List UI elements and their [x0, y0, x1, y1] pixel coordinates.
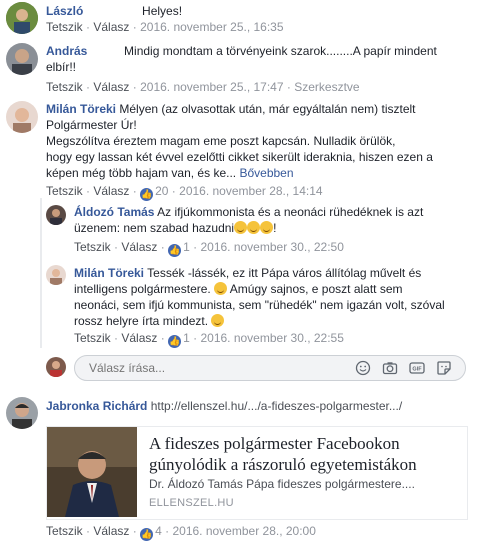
- comment-body: Milán Töreki Mélyen (az olvasottak után,…: [46, 102, 433, 180]
- avatar-image: [46, 205, 66, 225]
- avatar[interactable]: [6, 43, 38, 75]
- avatar[interactable]: [6, 397, 38, 429]
- comment-actions: Tetszik · Válasz · 👍 20 · 2016. november …: [46, 184, 323, 201]
- like-link[interactable]: Tetszik: [74, 331, 111, 345]
- like-count-icon: 👍: [168, 244, 182, 257]
- emoji-icon[interactable]: [355, 360, 371, 376]
- reply-body: Áldozó Tamás Az ifjúkommonista és a neon…: [74, 205, 424, 235]
- reply-timestamp[interactable]: 2016. november 30., 22:50: [200, 240, 343, 254]
- like-count-icon: 👍: [140, 188, 154, 201]
- comment-body: László Helyes!: [46, 3, 182, 19]
- comment-timestamp[interactable]: 2016. november 25., 17:47: [140, 80, 283, 94]
- reply-input[interactable]: [87, 360, 291, 376]
- nerd-emoji-icon: [234, 221, 248, 234]
- edited-label[interactable]: Szerkesztve: [294, 80, 359, 94]
- comment-text: Helyes!: [142, 4, 183, 18]
- link-preview-domain: ELLENSZEL.HU: [149, 497, 234, 509]
- comment-timestamp[interactable]: 2016. november 25., 16:35: [140, 20, 283, 34]
- like-link[interactable]: Tetszik: [46, 524, 83, 538]
- comment-timestamp[interactable]: 2016. november 28., 14:14: [179, 184, 322, 198]
- commenter-name[interactable]: András: [46, 44, 87, 58]
- nerd-emoji-icon: [260, 221, 274, 234]
- avatar-image: [6, 101, 38, 133]
- avatar[interactable]: [6, 101, 38, 133]
- gif-icon[interactable]: GIF: [409, 360, 425, 376]
- grin-emoji-icon: [247, 221, 261, 234]
- reply-link[interactable]: Válasz: [93, 184, 129, 198]
- comment-actions: Tetszik · Válasz · 2016. november 25., 1…: [46, 20, 284, 34]
- like-count-icon: 👍: [140, 528, 154, 541]
- current-user-avatar: [46, 357, 66, 377]
- see-more-link[interactable]: Bővebben: [239, 166, 293, 180]
- smile-emoji-icon: [211, 314, 225, 327]
- reply-timestamp[interactable]: 2016. november 30., 22:55: [200, 331, 343, 345]
- camera-icon[interactable]: [382, 360, 398, 376]
- comment-body: Jabronka Richárd http://ellenszel.hu/...…: [46, 398, 402, 414]
- commenter-name[interactable]: Milán Töreki: [46, 102, 116, 116]
- link-preview-image: [47, 427, 137, 517]
- reply-thread-line: [40, 198, 42, 348]
- link-preview-description: Dr. Áldozó Tamás Pápa fideszes polgármes…: [149, 477, 415, 491]
- link-preview-card[interactable]: A fideszes polgármester Facebookon gúnyo…: [46, 426, 468, 520]
- comment-body: András Mindig mondtam a törvényeink szar…: [46, 43, 466, 75]
- commenter-name[interactable]: László: [46, 4, 83, 18]
- like-link[interactable]: Tetszik: [46, 80, 83, 94]
- like-link[interactable]: Tetszik: [74, 240, 111, 254]
- reply-composer[interactable]: GIF: [74, 355, 466, 381]
- avatar[interactable]: [6, 2, 38, 34]
- avatar-image: [6, 43, 38, 75]
- commenter-name[interactable]: Jabronka Richárd: [46, 399, 147, 413]
- like-count[interactable]: 1: [183, 240, 190, 254]
- like-count[interactable]: 1: [183, 331, 190, 345]
- link-preview-title[interactable]: A fideszes polgármester Facebookon gúnyo…: [149, 433, 459, 475]
- comment-text: Mindig mondtam a törvényeink szarok.....…: [46, 44, 437, 74]
- avatar-image: [46, 357, 66, 377]
- reply-link[interactable]: Válasz: [93, 524, 129, 538]
- like-count[interactable]: 4: [155, 524, 162, 538]
- comment-actions: Tetszik · Válasz · 2016. november 25., 1…: [46, 80, 360, 94]
- reply-link[interactable]: Válasz: [93, 20, 129, 34]
- reply-link[interactable]: Válasz: [121, 331, 157, 345]
- smile-emoji-icon: [214, 282, 228, 295]
- avatar[interactable]: [46, 205, 66, 225]
- like-count-icon: 👍: [168, 335, 182, 348]
- svg-text:GIF: GIF: [412, 367, 422, 373]
- reply-body: Milán Töreki Tessék -lássék, ez itt Pápa…: [74, 266, 445, 328]
- reply-actions: Tetszik · Válasz · 👍 1 · 2016. november 3…: [74, 240, 344, 257]
- sticker-icon[interactable]: [436, 360, 452, 376]
- commenter-name[interactable]: Áldozó Tamás: [74, 205, 154, 219]
- comment-timestamp[interactable]: 2016. november 28., 20:00: [172, 524, 315, 538]
- avatar-image: [6, 2, 38, 34]
- comment-actions: Tetszik · Válasz · 👍 4 · 2016. november 2…: [46, 524, 316, 541]
- reply-link[interactable]: Válasz: [93, 80, 129, 94]
- like-link[interactable]: Tetszik: [46, 20, 83, 34]
- shared-url[interactable]: http://ellenszel.hu/.../a-fideszes-polga…: [151, 399, 402, 413]
- like-link[interactable]: Tetszik: [46, 184, 83, 198]
- avatar[interactable]: [46, 265, 66, 285]
- reply-actions: Tetszik · Válasz · 👍 1 · 2016. november 3…: [74, 331, 344, 348]
- commenter-name[interactable]: Milán Töreki: [74, 266, 144, 280]
- avatar-image: [46, 265, 66, 285]
- like-count[interactable]: 20: [155, 184, 168, 198]
- avatar-image: [6, 397, 38, 429]
- reply-link[interactable]: Válasz: [121, 240, 157, 254]
